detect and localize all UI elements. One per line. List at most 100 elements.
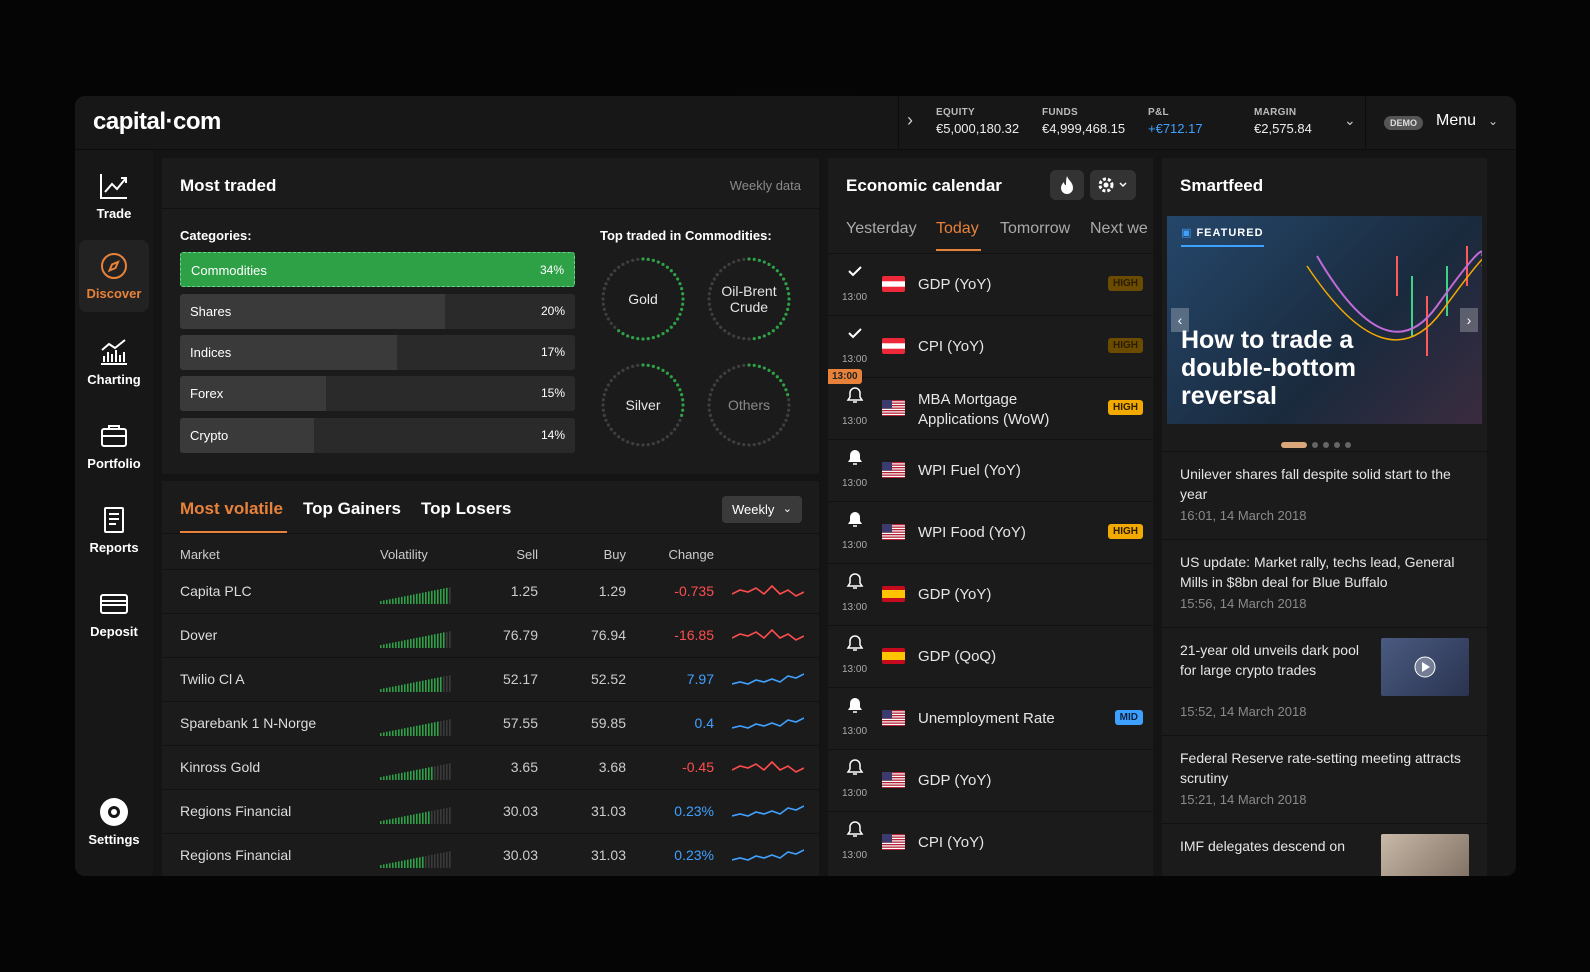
calendar-event[interactable]: 13:00 MBA Mortgage Applications (WoW) HIGH [828,377,1153,439]
volatility-bars [380,851,451,868]
ring-others[interactable]: Others [706,362,792,448]
news-item[interactable]: Unilever shares fall despite solid start… [1162,451,1487,539]
logo[interactable]: capital·com [93,108,221,136]
carousel-dot[interactable] [1345,442,1351,448]
news-item[interactable]: US update: Market rally, techs lead, Gen… [1162,539,1487,627]
column-header[interactable]: Change [668,547,714,562]
check-icon[interactable] [846,262,864,280]
buy-price[interactable]: 76.94 [591,627,626,643]
tab-top-gainers[interactable]: Top Gainers [303,499,401,519]
chevron-down-icon[interactable]: ⌄ [1344,112,1356,129]
volatility-panel: Most volatile Top Gainers Top Losers Wee… [162,481,819,876]
volatility-bar [419,813,421,824]
calendar-event[interactable]: 13:00 GDP (YoY) [828,749,1153,811]
sidebar-item-trade[interactable]: Trade [79,160,149,232]
category-crypto[interactable]: Crypto 14% [180,418,575,453]
bell-icon[interactable] [846,386,864,404]
volatility-bar [395,598,397,604]
column-header[interactable]: Buy [604,547,626,562]
category-shares[interactable]: Shares 20% [180,294,575,329]
table-row[interactable]: Sparebank 1 N-Norge 57.55 59.85 0.4 [162,701,819,745]
calendar-event[interactable]: 13:00 Unemployment Rate MID [828,687,1153,749]
sell-price[interactable]: 3.65 [511,759,538,775]
tab-yesterday[interactable]: Yesterday [846,220,917,238]
carousel-dot[interactable] [1334,442,1340,448]
tab-top-losers[interactable]: Top Losers [421,499,511,519]
column-header[interactable]: Sell [516,547,538,562]
buy-price[interactable]: 3.68 [599,759,626,775]
check-icon[interactable] [846,324,864,342]
volatility-bars [380,807,451,824]
sidebar-item-deposit[interactable]: Deposit [79,578,149,650]
settings-dropdown[interactable] [1090,170,1136,200]
category-commodities[interactable]: Commodities 34% [180,252,575,287]
sell-price[interactable]: 30.03 [503,803,538,819]
video-thumbnail[interactable] [1381,638,1469,696]
period-select[interactable]: Weekly ⌄ [722,496,802,523]
sidebar-item-portfolio[interactable]: Portfolio [79,410,149,482]
buy-price[interactable]: 1.29 [599,583,626,599]
tab-today[interactable]: Today [936,220,979,238]
carousel-dot[interactable] [1323,442,1329,448]
calendar-event[interactable]: 13:00 GDP (QoQ) [828,625,1153,687]
featured-card[interactable]: ▣ FEATURED How to trade a double-bottom … [1167,216,1482,424]
tab-tomorrow[interactable]: Tomorrow [1000,220,1070,238]
buy-price[interactable]: 52.52 [591,671,626,687]
carousel-prev-button[interactable]: ‹ [1171,308,1189,332]
news-item[interactable]: IMF delegates descend on [1162,823,1487,876]
bell-icon[interactable] [846,510,864,528]
news-item[interactable]: 21-year old unveils dark pool for large … [1162,627,1487,735]
buy-price[interactable]: 31.03 [591,847,626,863]
calendar-event[interactable]: 13:00 GDP (YoY) HIGH [828,253,1153,315]
carousel-dot[interactable] [1281,442,1307,448]
sell-price[interactable]: 76.79 [503,627,538,643]
tab-most-volatile[interactable]: Most volatile [180,499,283,519]
economic-calendar-panel: Economic calendar Yesterday Today Tomorr… [828,158,1153,876]
column-header[interactable]: Market [180,547,220,562]
table-row[interactable]: Regions Financial 30.03 31.03 0.23% [162,789,819,833]
chevron-right-icon[interactable]: › [907,110,913,131]
table-row[interactable]: Twilio Cl A 52.17 52.52 7.97 [162,657,819,701]
ring-oil-brent[interactable]: Oil-Brent Crude [706,256,792,342]
sidebar-item-reports[interactable]: Reports [79,494,149,566]
menu-button[interactable]: Menu [1436,112,1476,130]
sidebar-item-discover[interactable]: Discover [79,240,149,312]
table-row[interactable]: Capita PLC 1.25 1.29 -0.735 [162,569,819,613]
fire-filter-button[interactable] [1050,170,1084,200]
sell-price[interactable]: 30.03 [503,847,538,863]
bell-icon[interactable] [846,758,864,776]
category-indices[interactable]: Indices 17% [180,335,575,370]
news-item[interactable]: Federal Reserve rate-setting meeting att… [1162,735,1487,823]
ring-gold[interactable]: Gold [600,256,686,342]
sidebar-item-charting[interactable]: Charting [79,326,149,398]
sell-price[interactable]: 1.25 [511,583,538,599]
sell-price[interactable]: 52.17 [503,671,538,687]
table-row[interactable]: Dover 76.79 76.94 -16.85 [162,613,819,657]
category-forex[interactable]: Forex 15% [180,376,575,411]
sell-price[interactable]: 57.55 [503,715,538,731]
buy-price[interactable]: 59.85 [591,715,626,731]
calendar-event[interactable]: 13:00 WPI Food (YoY) HIGH [828,501,1153,563]
bell-icon[interactable] [846,448,864,466]
carousel-next-button[interactable]: › [1460,308,1478,332]
tab-next-week[interactable]: Next we [1090,220,1148,238]
volatility-bar [437,721,439,736]
bell-icon[interactable] [846,634,864,652]
calendar-event[interactable]: 13:00 WPI Fuel (YoY) [828,439,1153,501]
table-row[interactable]: Kinross Gold 3.65 3.68 -0.45 [162,745,819,789]
menu-area[interactable]: DEMO Menu ⌄ [1365,96,1516,150]
bell-icon[interactable] [846,696,864,714]
bell-icon[interactable] [846,820,864,838]
ring-silver[interactable]: Silver [600,362,686,448]
sidebar-item-settings[interactable]: Settings [79,786,149,858]
buy-price[interactable]: 31.03 [591,803,626,819]
carousel-dot[interactable] [1312,442,1318,448]
calendar-event[interactable]: 13:00 CPI (YoY) [828,811,1153,873]
calendar-event[interactable]: 13:00 CPI (YoY) HIGH [828,315,1153,377]
volatility-bar [386,599,388,604]
sparkline-path [732,849,804,861]
calendar-event[interactable]: 13:00 GDP (YoY) [828,563,1153,625]
column-header[interactable]: Volatility [380,547,428,562]
bell-icon[interactable] [846,572,864,590]
table-row[interactable]: Regions Financial 30.03 31.03 0.23% [162,833,819,876]
